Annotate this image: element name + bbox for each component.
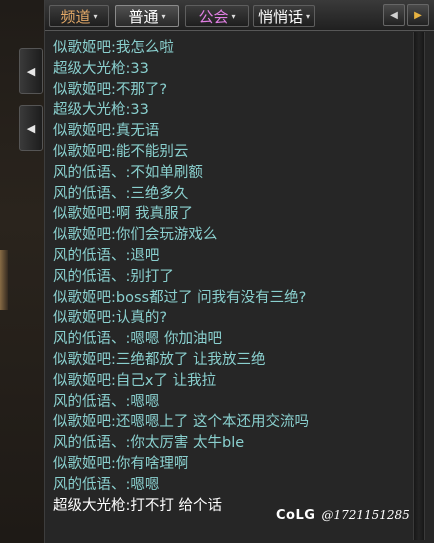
chat-message: 似歌姬吧:啊 我真服了 <box>53 204 193 224</box>
message-text: 还嗯嗯上了 这个本还用交流吗 <box>115 414 309 431</box>
chat-message: 超级大光枪:33 <box>53 100 149 120</box>
message-text: boss都过了 问我有没有三绝? <box>115 289 307 306</box>
message-sender[interactable]: 似歌姬吧 <box>53 82 111 98</box>
tab-whisper[interactable]: 悄悄话 ▾ <box>253 5 315 27</box>
message-sender[interactable]: 风的低语、 <box>53 165 126 181</box>
message-sender[interactable]: 超级大光枪 <box>53 102 126 118</box>
message-text: 不那了? <box>115 81 168 98</box>
chevron-left-icon: ◀ <box>26 121 36 135</box>
chat-message: 风的低语、:你太厉害 太牛ble <box>53 433 244 453</box>
tab-label: 频道 <box>60 7 91 26</box>
message-sender[interactable]: 似歌姬吧 <box>53 40 111 56</box>
chat-message: 似歌姬吧:自己x了 让我拉 <box>53 371 216 391</box>
message-sender[interactable]: 似歌姬吧 <box>53 352 111 368</box>
message-sender[interactable]: 似歌姬吧 <box>53 414 111 430</box>
chat-message: 风的低语、:退吧 <box>53 246 159 266</box>
message-sender[interactable]: 似歌姬吧 <box>53 206 111 222</box>
message-text: 33 <box>130 102 149 119</box>
message-sender[interactable]: 似歌姬吧 <box>53 144 111 160</box>
message-sender[interactable]: 风的低语、 <box>53 269 126 285</box>
chat-message: 似歌姬吧:三绝都放了 让我放三绝 <box>53 350 266 370</box>
chevron-down-icon: ▾ <box>161 11 166 21</box>
message-sender[interactable]: 风的低语、 <box>53 186 126 202</box>
chat-message: 似歌姬吧:boss都过了 问我有没有三绝? <box>53 288 306 308</box>
message-text: 认真的? <box>115 310 168 327</box>
tab-label: 悄悄话 <box>257 7 303 26</box>
tab-label: 公会 <box>198 7 229 26</box>
chat-message: 似歌姬吧:你们会玩游戏么 <box>53 225 217 245</box>
chat-message: 风的低语、:三绝多久 <box>53 184 188 204</box>
message-sender[interactable]: 超级大光枪 <box>53 498 126 514</box>
message-sender[interactable]: 似歌姬吧 <box>53 227 111 243</box>
message-sender[interactable]: 超级大光枪 <box>53 61 126 77</box>
message-sender[interactable]: 似歌姬吧 <box>53 290 111 306</box>
message-text: 嗯嗯 <box>130 476 160 493</box>
chat-message: 似歌姬吧:认真的? <box>53 308 167 328</box>
chat-message: 似歌姬吧:还嗯嗯上了 这个本还用交流吗 <box>53 412 309 432</box>
message-text: 你有啥理啊 <box>115 456 189 472</box>
message-sender[interactable]: 风的低语、 <box>53 248 126 264</box>
tab-guild[interactable]: 公会 ▾ <box>185 5 249 27</box>
chat-message: 风的低语、:嗯嗯 <box>53 392 159 412</box>
tab-prev-button[interactable]: ◀ <box>383 4 405 26</box>
message-sender[interactable]: 似歌姬吧 <box>53 123 111 139</box>
chevron-down-icon: ▾ <box>306 11 311 21</box>
message-text: 三绝多久 <box>130 185 189 202</box>
watermark: CoLG @1721151285 <box>276 505 410 525</box>
message-sender[interactable]: 似歌姬吧 <box>53 456 111 472</box>
message-text: 退吧 <box>130 248 160 264</box>
message-sender[interactable]: 风的低语、 <box>53 394 126 410</box>
chat-panel: 频道 ▾ 普通 ▾ 公会 ▾ 悄悄话 ▾ ◀ ▶ 似歌姬吧:我怎么啦 超级大光枪:… <box>44 0 434 543</box>
tab-normal[interactable]: 普通 ▾ <box>115 5 179 27</box>
message-text: 打不打 给个话 <box>130 497 222 514</box>
chat-message: 似歌姬吧:真无语 <box>53 121 159 141</box>
chat-message: 风的低语、:嗯嗯 <box>53 475 159 495</box>
message-text: 你们会玩游戏么 <box>115 227 218 244</box>
tab-label: 普通 <box>128 7 159 26</box>
chat-message: 风的低语、:嗯嗯 你加油吧 <box>53 329 222 349</box>
message-text: 嗯嗯 <box>130 393 160 410</box>
chat-message: 似歌姬吧:不那了? <box>53 80 167 100</box>
watermark-handle: @1721151285 <box>321 508 410 522</box>
chevron-right-icon: ▶ <box>414 9 422 21</box>
message-text: 33 <box>130 60 149 77</box>
watermark-logo: CoLG <box>276 507 316 523</box>
collapse-left-button-top[interactable]: ◀ <box>19 48 43 94</box>
chat-message: 风的低语、:不如单刷额 <box>53 163 203 183</box>
message-sender[interactable]: 风的低语、 <box>53 435 126 451</box>
tab-channel[interactable]: 频道 ▾ <box>49 5 109 27</box>
message-text: 嗯嗯 你加油吧 <box>130 331 222 348</box>
message-text: 自己x了 让我拉 <box>115 372 217 389</box>
chat-scrollbar[interactable] <box>405 32 431 540</box>
scrollbar-track[interactable] <box>413 32 425 540</box>
scene-light <box>0 250 8 310</box>
game-scene-background: ◀ ◀ <box>0 0 44 543</box>
message-text: 我怎么啦 <box>115 40 174 56</box>
message-sender[interactable]: 风的低语、 <box>53 477 126 493</box>
message-text: 三绝都放了 让我放三绝 <box>115 352 266 368</box>
chat-message: 风的低语、:别打了 <box>53 267 174 287</box>
chat-message: 超级大光枪:33 <box>53 59 149 79</box>
chevron-left-icon: ◀ <box>26 64 36 78</box>
chat-message-list: 似歌姬吧:我怎么啦 超级大光枪:33 似歌姬吧:不那了? 超级大光枪:33 似歌姬吧:真… <box>53 30 398 540</box>
chat-message: 似歌姬吧:能不能别云 <box>53 142 188 162</box>
message-sender[interactable]: 似歌姬吧 <box>53 310 111 326</box>
chat-message: 似歌姬吧:你有啥理啊 <box>53 454 188 474</box>
tab-next-button[interactable]: ▶ <box>407 4 429 26</box>
collapse-left-button-bottom[interactable]: ◀ <box>19 105 43 151</box>
message-sender[interactable]: 风的低语、 <box>53 331 126 347</box>
chevron-down-icon: ▾ <box>93 11 98 21</box>
message-text: 能不能别云 <box>115 144 189 160</box>
message-text: 啊 我真服了 <box>115 206 193 223</box>
chat-message: 超级大光枪:打不打 给个话 <box>53 496 222 516</box>
channel-tab-bar: 频道 ▾ 普通 ▾ 公会 ▾ 悄悄话 ▾ ◀ ▶ <box>45 0 434 31</box>
message-text: 你太厉害 太牛ble <box>130 435 245 452</box>
chevron-down-icon: ▾ <box>231 11 236 21</box>
message-sender[interactable]: 似歌姬吧 <box>53 373 111 389</box>
chevron-left-icon: ◀ <box>390 9 398 21</box>
chat-message: 似歌姬吧:我怎么啦 <box>53 38 174 58</box>
message-text: 真无语 <box>115 123 160 140</box>
message-text: 不如单刷额 <box>130 164 203 181</box>
message-text: 别打了 <box>130 268 174 285</box>
